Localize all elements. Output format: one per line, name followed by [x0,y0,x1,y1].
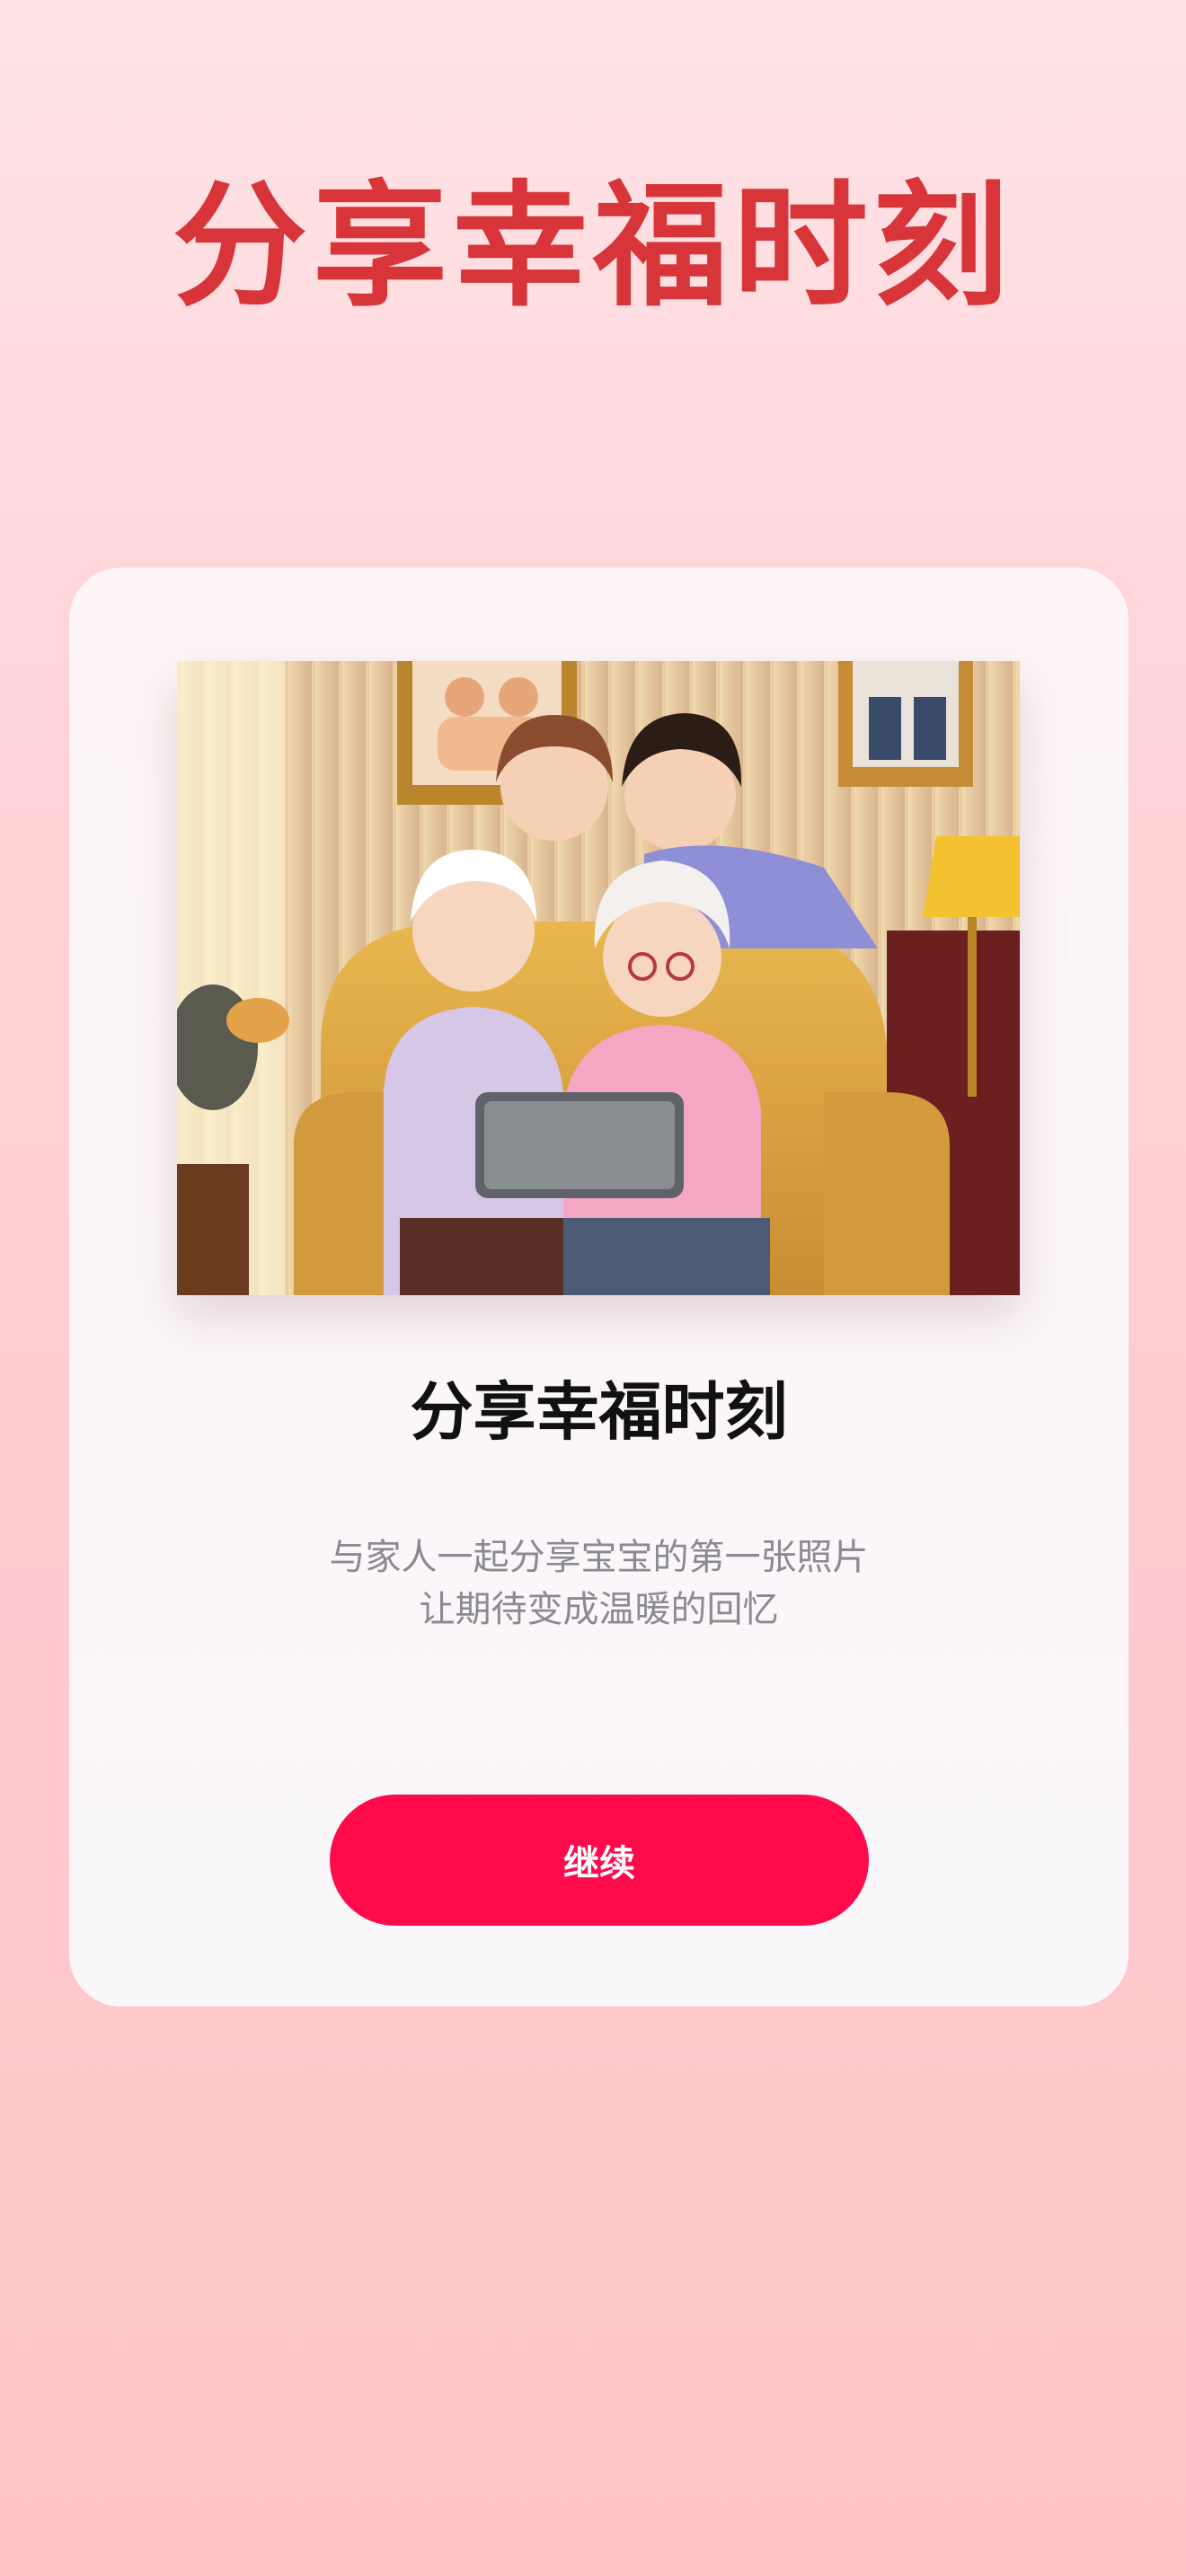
card-title: 分享幸福时刻 [410,1375,788,1449]
continue-button[interactable]: 继续 [330,1795,869,1926]
page-title: 分享幸福时刻 [172,169,1013,325]
description-line-2: 让期待变成温暖的回忆 [419,1589,779,1630]
onboarding-card: 分享幸福时刻 与家人一起分享宝宝的第一张照片 让期待变成温暖的回忆 继续 [69,568,1128,2007]
description-line-1: 与家人一起分享宝宝的第一张照片 [329,1537,869,1578]
family-illustration [177,661,1020,1295]
